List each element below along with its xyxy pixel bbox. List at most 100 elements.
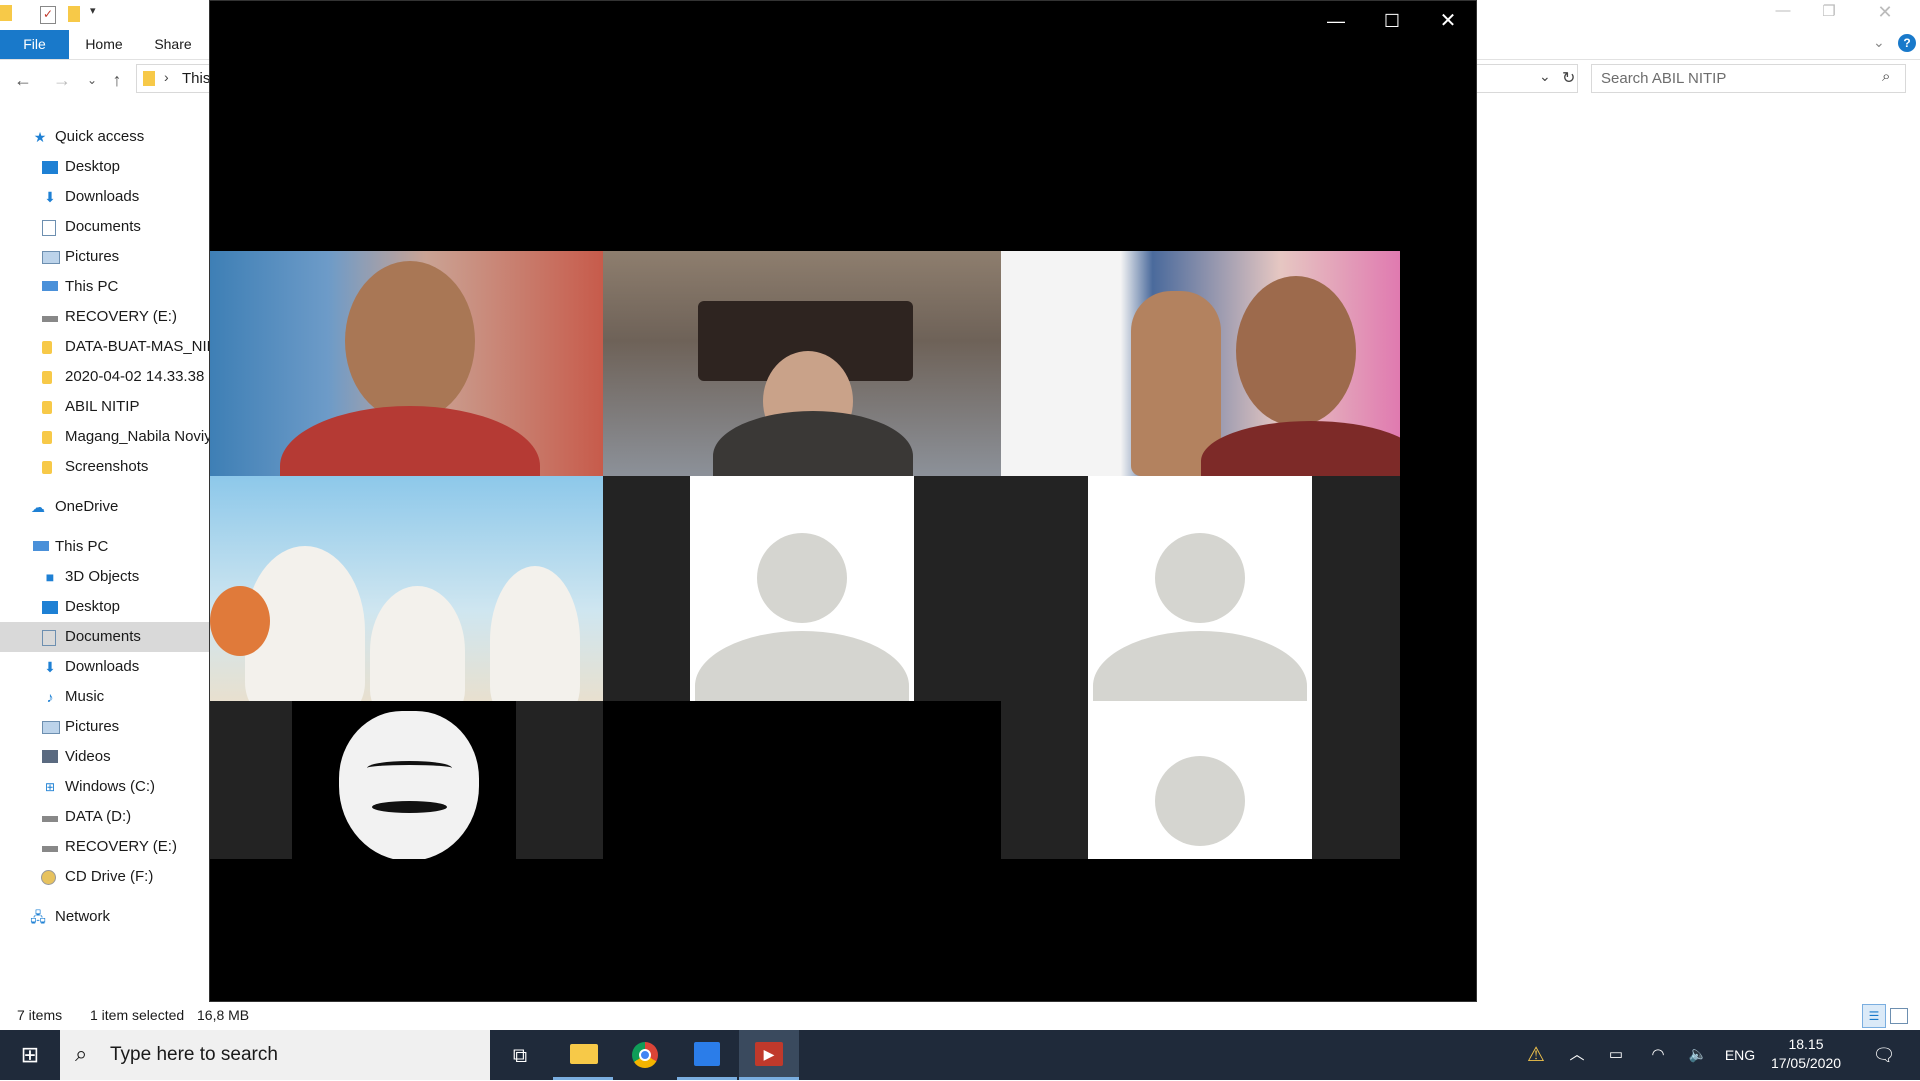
task-view-button[interactable]: ⧉ — [490, 1030, 550, 1080]
sidebar-item-quick-access[interactable]: ★ Quick access — [0, 122, 210, 152]
chrome-taskbar-button[interactable] — [615, 1030, 675, 1080]
recent-locations-icon[interactable]: ⌄ — [80, 68, 104, 92]
breadcrumb-chevron-icon[interactable]: › — [164, 69, 169, 85]
participant-tile-8[interactable] — [1001, 701, 1400, 859]
notification-center-icon[interactable]: 🗨 — [1864, 1030, 1904, 1080]
drive-icon — [42, 316, 58, 322]
file-explorer-taskbar-button[interactable] — [553, 1030, 613, 1080]
sidebar-item-screenshots[interactable]: Screenshots — [0, 452, 210, 482]
sidebar-item-data-d[interactable]: DATA (D:) — [0, 802, 210, 832]
restore-explorer-button[interactable]: ❐ — [1806, 2, 1852, 28]
help-icon[interactable]: ? — [1898, 34, 1916, 52]
video-app-taskbar-button[interactable]: ▶ — [739, 1030, 799, 1080]
sidebar-item-3d-objects[interactable]: ■ 3D Objects — [0, 562, 210, 592]
folder-icon — [42, 341, 52, 354]
back-arrow-icon[interactable]: ← — [11, 68, 35, 92]
sidebar-item-music[interactable]: ♪ Music — [0, 682, 210, 712]
sidebar-item-pc-downloads[interactable]: ⬇ Downloads — [0, 652, 210, 682]
sidebar-item-label: 3D Objects — [65, 568, 140, 585]
sidebar-item-documents[interactable]: Documents — [0, 212, 210, 242]
volume-icon[interactable]: 🔈 — [1680, 1030, 1716, 1080]
participant-video-4[interactable] — [210, 476, 603, 701]
calendar-taskbar-button[interactable] — [677, 1030, 737, 1080]
address-dropdown-icon[interactable]: ⌄ — [1539, 68, 1551, 85]
update-warning-icon[interactable]: ⚠ — [1518, 1030, 1554, 1080]
sidebar-item-pc-desktop[interactable]: Desktop — [0, 592, 210, 622]
sidebar-item-pictures[interactable]: Pictures — [0, 242, 210, 272]
computer-icon — [33, 541, 49, 551]
participant-tile-5[interactable] — [603, 476, 1001, 701]
sidebar-item-label: 2020-04-02 14.33.38 M — [65, 368, 210, 385]
drive-icon — [42, 846, 58, 852]
sidebar-item-network[interactable]: 🖧 Network — [0, 902, 210, 932]
sidebar-item-label: Quick access — [55, 128, 145, 145]
folder-icon — [42, 401, 52, 414]
start-button[interactable]: ⊞ — [0, 1030, 60, 1080]
show-hidden-icons-icon[interactable]: ︿ — [1562, 1030, 1592, 1080]
avatar-placeholder — [1088, 701, 1312, 859]
sidebar-item-onedrive[interactable]: ☁ OneDrive — [0, 492, 210, 522]
expand-ribbon-icon[interactable]: ⌄ — [1873, 34, 1885, 51]
sidebar-item-pc-pictures[interactable]: Pictures — [0, 712, 210, 742]
sidebar-item-videos[interactable]: Videos — [0, 742, 210, 772]
desktop-icon — [42, 601, 58, 614]
sidebar-item-windows-c[interactable]: ⊞ Windows (C:) — [0, 772, 210, 802]
clock-date: 17/05/2020 — [1770, 1055, 1842, 1071]
participant-video-1[interactable] — [210, 251, 603, 476]
tab-file[interactable]: File — [0, 30, 69, 59]
participant-tile-6[interactable] — [1001, 476, 1400, 701]
search-input[interactable]: Search ABIL NITIP ⌕ — [1591, 64, 1906, 93]
avatar-body — [1093, 631, 1307, 701]
sidebar-item-label: Pictures — [65, 718, 120, 735]
sidebar-item-magang-nabila[interactable]: Magang_Nabila Noviy — [0, 422, 210, 452]
maximize-meeting-button[interactable]: ☐ — [1369, 7, 1415, 35]
tab-home[interactable]: Home — [76, 30, 132, 59]
participant-hijab — [713, 411, 913, 476]
up-arrow-icon[interactable]: ↑ — [105, 68, 129, 92]
avatar-head — [1155, 756, 1245, 846]
sidebar-item-label: This PC — [55, 538, 109, 555]
language-indicator[interactable]: ENG — [1722, 1030, 1758, 1080]
clock[interactable]: 18.15 17/05/2020 — [1764, 1030, 1848, 1080]
sidebar-item-abil-nitip[interactable]: ABIL NITIP — [0, 392, 210, 422]
participant-video-3[interactable] — [1001, 251, 1400, 476]
avatar-placeholder — [690, 476, 914, 701]
task-view-icon: ⧉ — [512, 1045, 528, 1067]
participant-video-2[interactable] — [603, 251, 1001, 476]
taskbar-search-box[interactable]: ⌕ Type here to search — [60, 1030, 490, 1080]
sidebar-item-desktop[interactable]: Desktop — [0, 152, 210, 182]
minimize-meeting-button[interactable]: — — [1313, 7, 1359, 35]
sidebar-item-recovery-quick[interactable]: RECOVERY (E:) — [0, 302, 210, 332]
refresh-icon[interactable]: ↻ — [1562, 68, 1575, 88]
sidebar-item-label: Screenshots — [65, 458, 149, 475]
calendar-icon — [694, 1042, 720, 1066]
properties-icon[interactable]: ✓ — [40, 6, 56, 24]
sidebar-item-this-pc[interactable]: This PC — [0, 532, 210, 562]
participant-face — [1236, 276, 1356, 426]
cd-icon — [41, 870, 56, 885]
details-view-icon[interactable]: ☰ — [1862, 1004, 1886, 1028]
large-icons-view-icon[interactable] — [1890, 1008, 1908, 1024]
minimize-explorer-button[interactable]: — — [1760, 2, 1806, 28]
tab-share[interactable]: Share — [143, 30, 203, 59]
close-meeting-button[interactable]: ✕ — [1425, 7, 1471, 35]
forward-arrow-icon[interactable]: → — [50, 68, 74, 92]
sidebar-item-recovery-e[interactable]: RECOVERY (E:) — [0, 832, 210, 862]
mask-mustache — [372, 801, 447, 813]
sidebar-item-cd-drive-f[interactable]: CD Drive (F:) — [0, 862, 210, 892]
breadcrumb[interactable]: This — [182, 70, 210, 87]
new-folder-icon[interactable] — [68, 6, 80, 22]
sidebar-item-2020-04-02[interactable]: 2020-04-02 14.33.38 M — [0, 362, 210, 392]
avatar-body — [695, 631, 909, 701]
desktop-icon — [42, 161, 58, 174]
sidebar-item-pc-documents[interactable]: Documents — [0, 622, 210, 652]
participant-tile-7[interactable] — [210, 701, 603, 859]
sidebar-item-data-buat-mas-nik[interactable]: DATA-BUAT-MAS_NIK — [0, 332, 210, 362]
battery-icon[interactable]: ▭ — [1598, 1030, 1634, 1080]
wifi-icon[interactable]: ◠ — [1640, 1030, 1676, 1080]
network-icon: 🖧 — [30, 909, 46, 925]
sidebar-item-downloads[interactable]: ⬇ Downloads — [0, 182, 210, 212]
close-explorer-button[interactable]: ✕ — [1862, 2, 1908, 28]
sidebar-item-this-pc-quick[interactable]: This PC — [0, 272, 210, 302]
customize-quick-access-icon[interactable]: ▾ — [90, 4, 96, 17]
